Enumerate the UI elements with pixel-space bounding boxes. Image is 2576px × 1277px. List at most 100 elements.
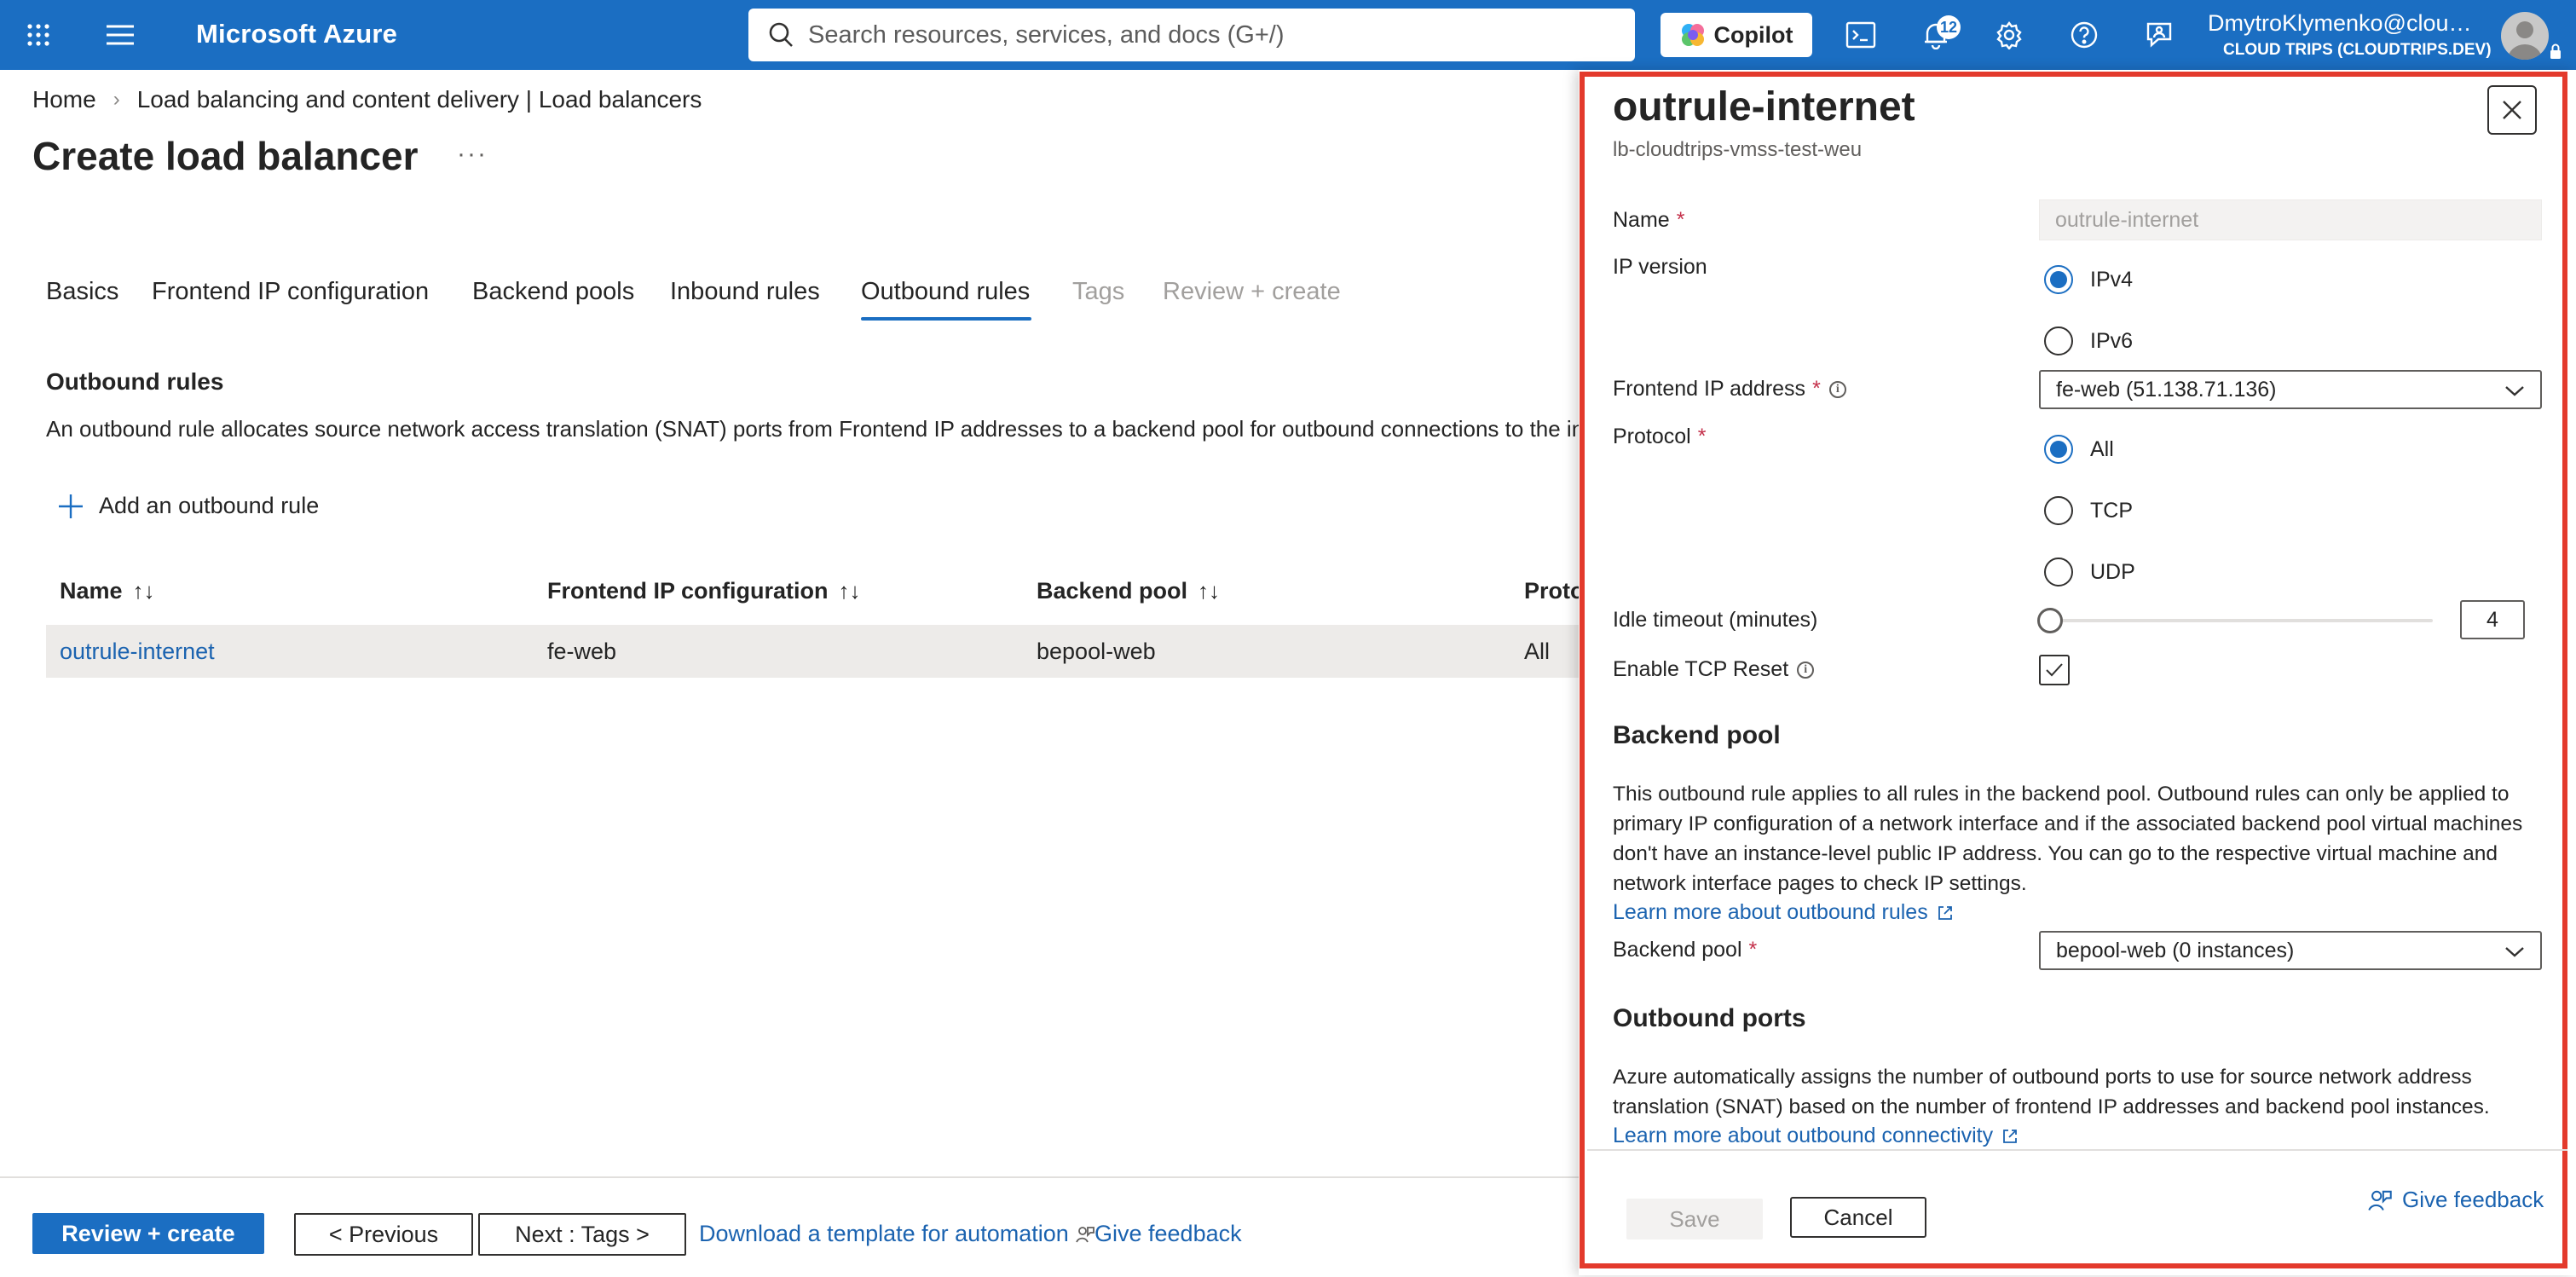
protocol-label-text: Protocol [1613,425,1691,448]
panel-give-feedback-link[interactable]: Give feedback [2368,1187,2544,1213]
name-label-text: Name [1613,208,1670,232]
close-icon [2503,101,2521,119]
panel-footer-divider [1587,1149,2567,1151]
breadcrumb: Home › Load balancing and content delive… [32,86,702,113]
radio-all-label: All [2090,436,2114,461]
table-header: Name ↑↓ Frontend IP configuration ↑↓ Backe… [46,578,1585,621]
brand-title[interactable]: Microsoft Azure [196,19,397,49]
enable-tcp-reset-checkbox[interactable] [2039,655,2070,685]
breadcrumb-home[interactable]: Home [32,86,96,113]
required-marker: * [1812,377,1821,401]
learn-more-outbound-rules-label: Learn more about outbound rules [1613,900,1928,924]
give-feedback-label: Give feedback [1095,1221,1242,1246]
idle-timeout-label: Idle timeout (minutes) [1613,608,1818,632]
help-icon[interactable] [2065,15,2104,55]
column-header-backend[interactable]: Backend pool ↑↓ [1037,578,1220,604]
column-header-name[interactable]: Name ↑↓ [60,578,155,604]
backend-pool-label-text: Backend pool [1613,938,1742,962]
learn-more-outbound-connectivity-link[interactable]: Learn more about outbound connectivity [1613,1124,2019,1148]
learn-more-outbound-rules-link[interactable]: Learn more about outbound rules [1613,900,1954,925]
radio-ipv6-label: IPv6 [2090,328,2134,353]
sort-icon[interactable]: ↑↓ [133,578,155,604]
more-options-icon[interactable]: ··· [457,140,488,169]
sort-icon[interactable]: ↑↓ [838,578,860,604]
frontend-ip-label-text: Frontend IP address [1613,377,1806,401]
previous-button[interactable]: < Previous [294,1213,473,1256]
column-header-frontend[interactable]: Frontend IP configuration ↑↓ [547,578,860,604]
avatar[interactable] [2501,12,2549,60]
radio-protocol-all[interactable]: All [2044,435,2114,464]
feedback-person-icon [2368,1190,2392,1211]
outbound-ports-heading: Outbound ports [1613,1004,1806,1032]
hamburger-menu-icon[interactable] [101,15,140,55]
backend-pool-dropdown[interactable]: bepool-web (0 instances) [2039,931,2542,970]
info-icon[interactable]: i [1828,380,1846,398]
learn-more-outbound-connectivity-label: Learn more about outbound connectivity [1613,1124,1994,1147]
column-header-protocol[interactable]: Proto [1524,578,1585,604]
global-search[interactable] [748,9,1635,61]
tab-frontend-ip-configuration[interactable]: Frontend IP configuration [152,278,429,306]
name-field[interactable] [2039,199,2542,240]
top-bar: Microsoft Azure Copilot 12 [0,0,2576,70]
copilot-label: Copilot [1713,21,1793,48]
account-directory[interactable]: CLOUD TRIPS (CLOUDTRIPS.DEV) [2223,41,2492,60]
tab-review-create[interactable]: Review + create [1163,278,1341,306]
idle-timeout-input[interactable] [2460,600,2525,639]
plus-icon [59,494,83,518]
close-panel-button[interactable] [2487,85,2537,135]
lock-icon [2550,43,2561,59]
backend-pool-value: bepool-web (0 instances) [2056,938,2295,962]
column-frontend-label: Frontend IP configuration [547,578,829,604]
sort-icon[interactable]: ↑↓ [1198,578,1220,604]
radio-indicator [2044,558,2073,586]
settings-gear-icon[interactable] [1990,15,2029,55]
cancel-button[interactable]: Cancel [1790,1197,1926,1238]
tab-tags[interactable]: Tags [1072,278,1124,306]
add-outbound-rule-button[interactable]: Add an outbound rule [58,493,319,519]
review-create-button[interactable]: Review + create [32,1213,264,1254]
radio-protocol-udp[interactable]: UDP [2044,558,2135,586]
search-input[interactable] [748,9,1635,61]
tab-basics[interactable]: Basics [46,278,118,306]
panel-give-feedback-label: Give feedback [2402,1187,2544,1212]
radio-ipv4[interactable]: IPv4 [2044,265,2133,294]
feedback-person-icon [1076,1226,1095,1242]
copilot-button[interactable]: Copilot [1661,13,1812,57]
radio-indicator [2044,326,2073,355]
tab-backend-pools[interactable]: Backend pools [472,278,634,306]
cloud-shell-icon[interactable] [1841,15,1880,55]
outbound-rules-heading: Outbound rules [46,368,224,395]
backend-pool-label: Backend pool * [1613,938,1757,962]
wizard-footer: Review + create < Previous Next : Tags >… [0,1176,1585,1277]
frontend-ip-label: Frontend IP address * i [1613,377,1846,402]
search-icon [767,21,794,53]
radio-protocol-tcp[interactable]: TCP [2044,496,2133,525]
radio-indicator [2044,435,2073,464]
radio-ipv6[interactable]: IPv6 [2044,326,2133,355]
tab-inbound-rules[interactable]: Inbound rules [670,278,820,306]
idle-timeout-slider-thumb[interactable] [2037,608,2063,633]
tab-outbound-rules[interactable]: Outbound rules [861,278,1030,306]
save-button[interactable]: Save [1626,1199,1763,1239]
breadcrumb-load-balancers[interactable]: Load balancing and content delivery | Lo… [137,86,702,113]
chevron-down-icon [2505,947,2524,957]
column-name-label: Name [60,578,123,604]
idle-timeout-slider-track[interactable] [2053,619,2433,622]
feedback-icon[interactable] [2140,15,2179,55]
account-name[interactable]: DmytroKlymenko@cloudtrips.dev [2208,10,2479,37]
info-icon[interactable]: i [1797,661,1815,679]
next-tags-button[interactable]: Next : Tags > [478,1213,686,1256]
rule-name-link[interactable]: outrule-internet [60,638,215,665]
tcp-reset-label: Enable TCP Reset i [1613,657,1815,682]
copilot-icon [1681,24,1704,46]
protocol-label: Protocol * [1613,425,1706,449]
give-feedback-link[interactable]: Give feedback [1076,1221,1242,1247]
app-launcher-icon[interactable] [19,15,58,55]
required-marker: * [1748,938,1758,962]
column-backend-label: Backend pool [1037,578,1188,604]
frontend-ip-dropdown[interactable]: fe-web (51.138.71.136) [2039,370,2542,409]
panel-subtitle: lb-cloudtrips-vmss-test-weu [1613,138,1863,161]
table-row[interactable]: outrule-internet fe-web bepool-web All [46,625,1580,678]
tcp-reset-label-text: Enable TCP Reset [1613,657,1789,681]
download-template-link[interactable]: Download a template for automation [699,1221,1069,1247]
